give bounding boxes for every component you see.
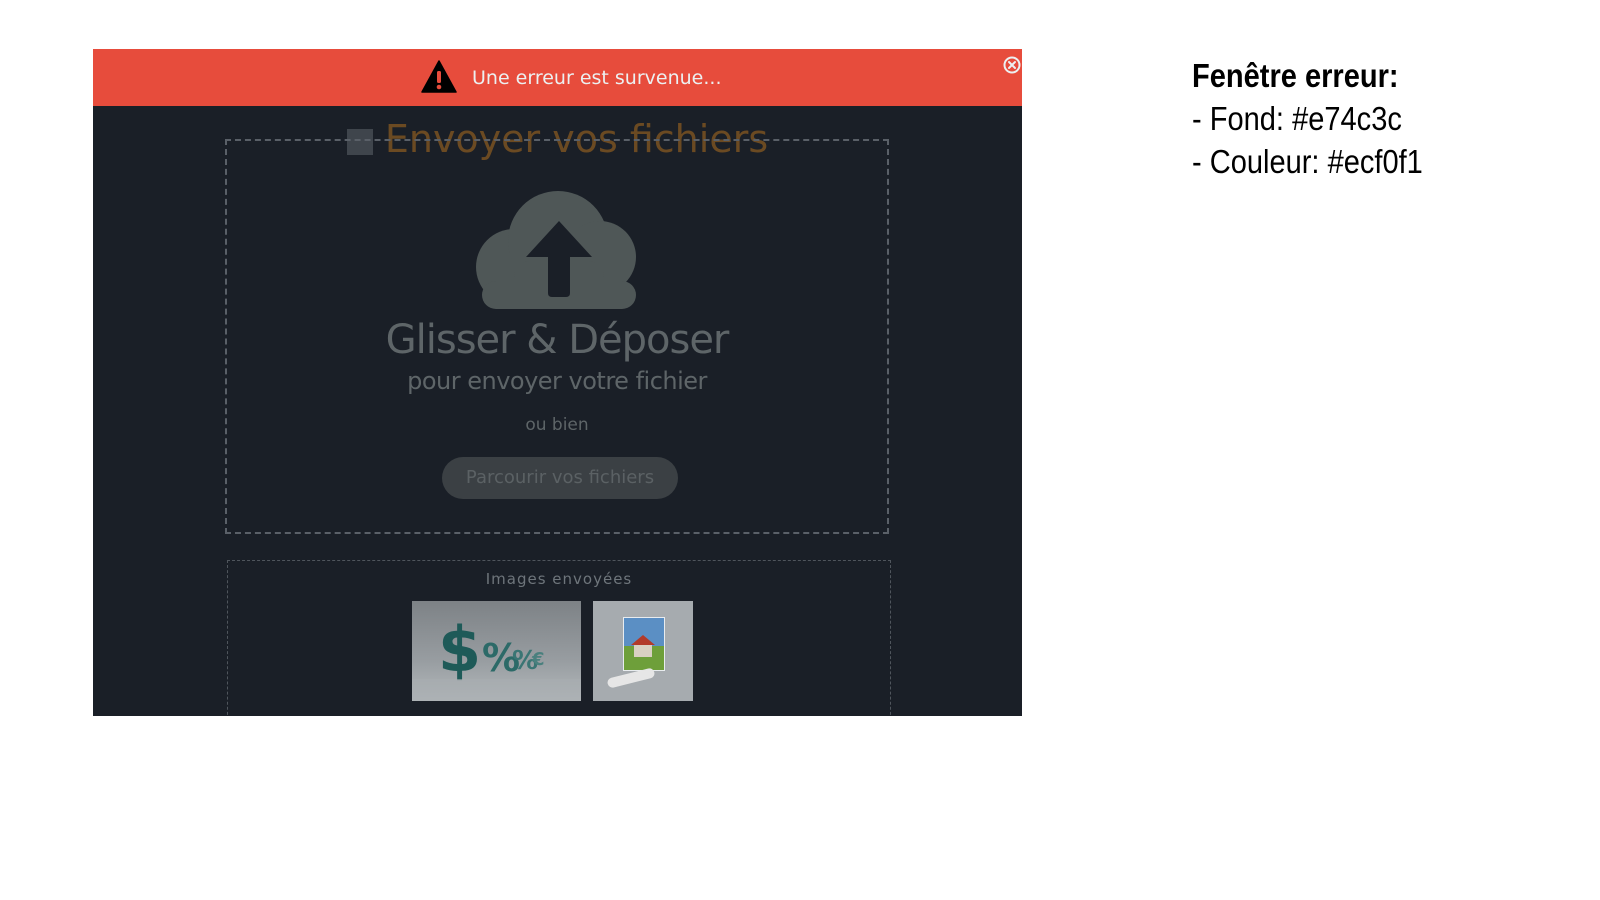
drop-zone-subtitle: pour envoyer votre fichier (407, 367, 707, 395)
error-banner: Une erreur est survenue... (93, 49, 1022, 106)
error-message: Une erreur est survenue... (472, 67, 722, 89)
image-thumbnail[interactable] (593, 601, 693, 701)
close-icon[interactable] (1003, 56, 1021, 74)
cloud-upload-icon (476, 191, 636, 309)
sent-images-title: Images envoyées (485, 570, 633, 588)
house-poster-image (593, 601, 693, 701)
browse-files-button[interactable]: Parcourir vos fichiers (442, 457, 678, 499)
drop-zone-or-text: ou bien (525, 415, 589, 435)
money-percent-image: $ % % € (412, 601, 581, 701)
svg-text:€: € (531, 649, 545, 670)
sent-images-panel: Images envoyées $ % % € (227, 560, 891, 716)
annotation-line: - Couleur: #ecf0f1 (1192, 143, 1423, 180)
annotation-notes: Fenêtre erreur: - Fond: #e74c3c - Couleu… (1192, 54, 1423, 183)
annotation-title: Fenêtre erreur: (1192, 57, 1399, 94)
drop-zone-title: Glisser & Déposer (385, 317, 730, 363)
image-thumbnail[interactable]: $ % % € (412, 601, 581, 701)
warning-icon (421, 60, 457, 93)
svg-text:$: $ (438, 613, 481, 686)
file-drop-zone[interactable]: Glisser & Déposer pour envoyer votre fic… (225, 139, 889, 534)
upload-app-window: Envoyer vos fichiers Une erreur est surv… (93, 49, 1022, 716)
annotation-line: - Fond: #e74c3c (1192, 100, 1402, 137)
